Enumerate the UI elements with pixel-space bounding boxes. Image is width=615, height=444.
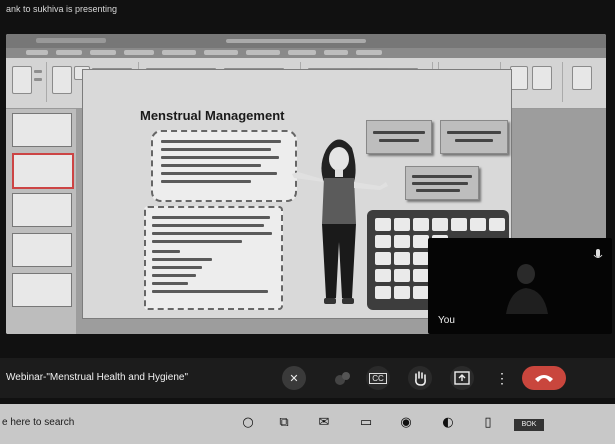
cortana-icon[interactable]: ○ (240, 414, 256, 430)
tab-view[interactable] (324, 50, 348, 55)
present-icon (454, 371, 470, 385)
addins-group (564, 62, 604, 102)
mail-icon[interactable]: ✉ (316, 414, 332, 430)
captions-icon: CC (369, 372, 387, 384)
screen-share-view: ank to sukhiva is presenting Menstrual M… (0, 0, 615, 444)
self-video-label: You (438, 315, 455, 326)
tab-help[interactable] (356, 50, 382, 55)
tab-insert[interactable] (90, 50, 116, 55)
meeting-title: Webinar-"Menstrual Health and Hygiene" (6, 372, 189, 383)
dictate-button[interactable] (510, 66, 528, 90)
slide-thumbnail[interactable] (12, 233, 72, 267)
info-card-2[interactable] (440, 120, 508, 154)
leave-call-button[interactable] (522, 366, 566, 390)
more-vert-icon: ⋮ (495, 369, 509, 386)
mic-muted-icon (593, 249, 603, 258)
reactions-icon (335, 372, 350, 385)
edge-icon[interactable]: ◐ (440, 414, 456, 430)
tab-animations[interactable] (204, 50, 238, 55)
tab-review[interactable] (288, 50, 316, 55)
slide-title: Menstrual Management (140, 108, 285, 123)
task-view-icon[interactable]: ⧉ (276, 414, 292, 430)
tab-slideshow[interactable] (246, 50, 280, 55)
slide-thumbnails-pane (6, 109, 76, 334)
designer-button[interactable] (532, 66, 552, 90)
info-card-3[interactable] (405, 166, 479, 200)
slide-thumbnail[interactable] (12, 113, 72, 147)
tab-design[interactable] (124, 50, 154, 55)
quick-access-toolbar[interactable] (36, 38, 106, 43)
ribbon-tabs (6, 48, 606, 58)
addins-button[interactable] (572, 66, 592, 90)
reactions-button[interactable] (330, 366, 354, 390)
self-video-tile[interactable] (428, 238, 612, 334)
paste-button[interactable] (12, 66, 32, 94)
text-box-intro[interactable] (151, 130, 297, 202)
slide-thumbnail-selected[interactable] (12, 153, 74, 189)
mic-icon: ✕ (289, 372, 299, 385)
new-slide-button[interactable] (52, 66, 72, 94)
mic-toggle-button[interactable]: ✕ (282, 366, 306, 390)
tab-file[interactable] (26, 50, 48, 55)
tab-transitions[interactable] (162, 50, 196, 55)
chrome-icon[interactable]: ◉ (398, 414, 414, 430)
text-box-tracking[interactable] (144, 206, 283, 310)
more-options-button[interactable]: ⋮ (490, 366, 514, 390)
raise-hand-icon (415, 371, 426, 386)
ppt-title-bar (6, 34, 606, 48)
window-title (226, 39, 366, 43)
presenting-banner: ank to sukhiva is presenting (6, 4, 118, 14)
clipboard-group (6, 62, 47, 102)
taskbar-search-box[interactable]: e here to search (2, 417, 74, 428)
raise-hand-button[interactable] (408, 366, 432, 390)
tab-home[interactable] (56, 50, 82, 55)
captions-button[interactable]: CC (366, 366, 390, 390)
store-icon[interactable]: ▯ (480, 414, 496, 430)
end-call-icon (535, 375, 553, 382)
slide-thumbnail[interactable] (12, 273, 72, 307)
file-explorer-icon[interactable]: ▭ (358, 414, 374, 430)
slide-thumbnail[interactable] (12, 193, 72, 227)
tray-badge[interactable]: BOK (514, 419, 544, 431)
participant-silhouette (506, 264, 548, 314)
present-now-button[interactable] (450, 366, 474, 390)
